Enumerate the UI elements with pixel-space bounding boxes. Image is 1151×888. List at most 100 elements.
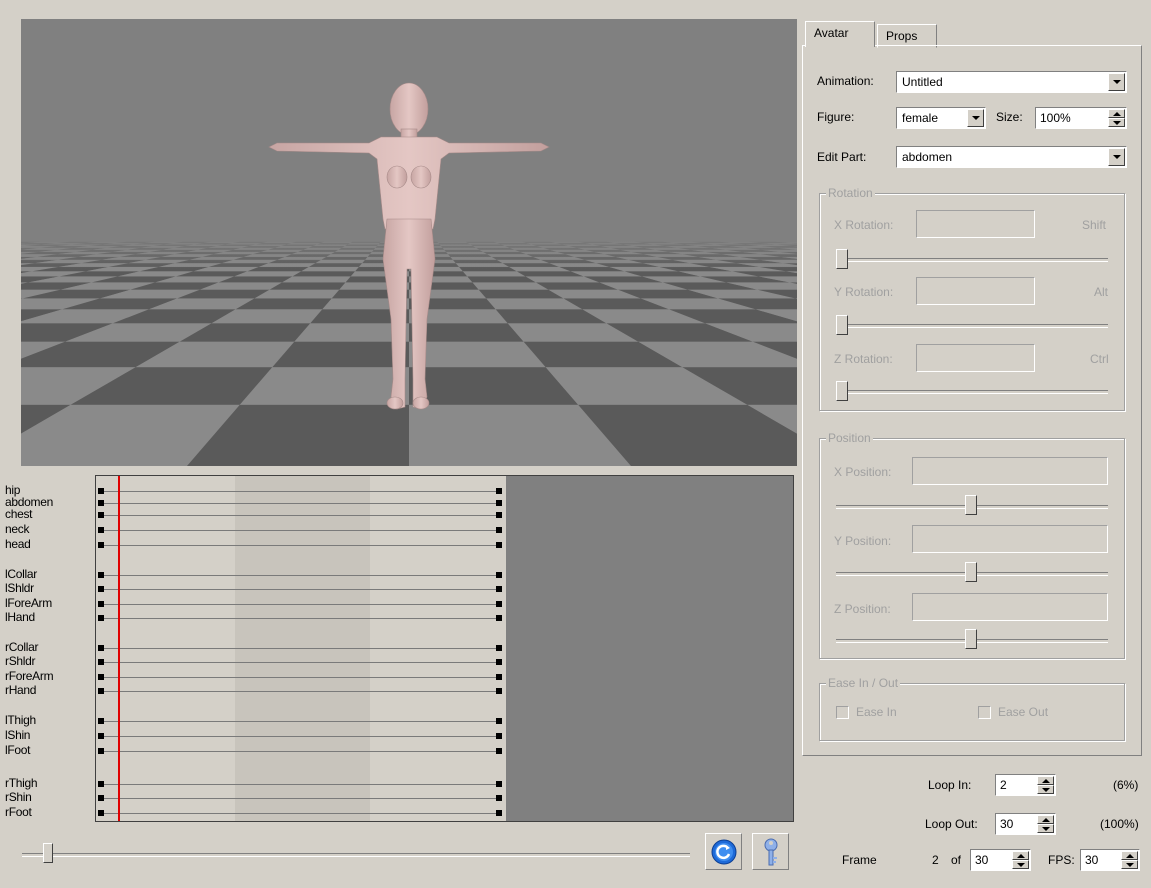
keyframe-end-marker[interactable] [496,748,502,754]
keyframe-start-marker[interactable] [98,527,104,533]
position-group: Position X Position: Y Position: Z Posit… [819,431,1125,659]
keyframe-start-marker[interactable] [98,810,104,816]
frame-total-stepper[interactable]: 30 [970,849,1031,871]
z-rotation-label: Z Rotation: [834,352,893,366]
bone-label: lForeArm [5,596,52,610]
keyframe-end-marker[interactable] [496,488,502,494]
ease-in-label: Ease In [856,705,897,719]
spin-down-icon[interactable] [1037,824,1054,833]
keyframe-start-marker[interactable] [98,688,104,694]
spin-up-icon[interactable] [1108,109,1125,118]
chevron-down-icon[interactable] [1108,73,1125,91]
x-rotation-input[interactable] [916,210,1035,238]
track-line [102,491,502,492]
keyframe-start-marker[interactable] [98,512,104,518]
keyframe-start-marker[interactable] [98,748,104,754]
spin-down-icon[interactable] [1037,785,1054,794]
z-rotation-slider-thumb[interactable] [836,381,848,401]
keyframe-start-marker[interactable] [98,500,104,506]
loop-in-value: 2 [1000,778,1007,792]
frame-current: 2 [932,853,939,867]
frame-scrub-thumb[interactable] [43,843,53,863]
y-position-input[interactable] [912,525,1108,553]
z-position-slider-thumb[interactable] [965,629,977,649]
keyframe-start-marker[interactable] [98,674,104,680]
frame-scrub-track[interactable] [22,853,690,857]
y-rotation-slider-thumb[interactable] [836,315,848,335]
keyframe-end-marker[interactable] [496,645,502,651]
keyframe-end-marker[interactable] [496,572,502,578]
keyframe-start-marker[interactable] [98,542,104,548]
keyframe-end-marker[interactable] [496,586,502,592]
chevron-down-icon[interactable] [967,109,984,127]
spin-down-icon[interactable] [1121,860,1138,869]
reset-button[interactable] [705,833,742,870]
track-area[interactable] [96,476,506,821]
keyframe-start-marker[interactable] [98,781,104,787]
keyframe-end-marker[interactable] [496,688,502,694]
figure-select[interactable]: female [896,107,986,129]
keyframe-end-marker[interactable] [496,795,502,801]
keyframe-end-marker[interactable] [496,527,502,533]
x-position-slider-thumb[interactable] [965,495,977,515]
fps-stepper[interactable]: 30 [1080,849,1140,871]
keyframe-start-marker[interactable] [98,601,104,607]
keyframe-start-marker[interactable] [98,718,104,724]
floor-tile [282,276,351,283]
keyframe-end-marker[interactable] [496,810,502,816]
frame-label: Frame [842,853,877,867]
refresh-icon [711,839,736,864]
keyframe-end-marker[interactable] [496,781,502,787]
keyframe-end-marker[interactable] [496,601,502,607]
playhead-marker[interactable] [118,476,120,821]
ease-in-checkbox[interactable] [836,706,849,719]
keyframe-end-marker[interactable] [496,500,502,506]
keyframe-end-marker[interactable] [496,615,502,621]
z-rotation-slider-track[interactable] [836,390,1108,394]
x-rotation-slider-track[interactable] [836,258,1108,262]
y-position-slider-thumb[interactable] [965,562,977,582]
animation-select[interactable]: Untitled [896,71,1127,93]
keyframe-start-marker[interactable] [98,586,104,592]
z-position-label: Z Position: [834,602,891,616]
3d-viewport[interactable] [21,19,797,466]
keyframe-start-marker[interactable] [98,795,104,801]
loop-in-stepper[interactable]: 2 [995,774,1056,796]
spin-up-icon[interactable] [1037,776,1054,785]
keyframe-start-marker[interactable] [98,572,104,578]
chevron-down-icon[interactable] [1108,148,1125,166]
y-rotation-slider-track[interactable] [836,324,1108,328]
spin-up-icon[interactable] [1037,815,1054,824]
z-position-input[interactable] [912,593,1108,621]
keyframe-end-marker[interactable] [496,512,502,518]
z-rotation-input[interactable] [916,344,1035,372]
edit-part-value: abdomen [902,150,953,164]
tab-avatar[interactable]: Avatar [805,21,875,47]
spin-down-icon[interactable] [1012,860,1029,869]
keyframe-start-marker[interactable] [98,615,104,621]
track-line [102,589,502,590]
y-rotation-input[interactable] [916,277,1035,305]
key-button[interactable] [752,833,789,870]
keyframe-timeline[interactable] [95,475,794,822]
spin-up-icon[interactable] [1121,851,1138,860]
ease-out-checkbox[interactable] [978,706,991,719]
keyframe-end-marker[interactable] [496,718,502,724]
size-stepper[interactable]: 100% [1035,107,1127,129]
keyframe-end-marker[interactable] [496,542,502,548]
spin-up-icon[interactable] [1012,851,1029,860]
keyframe-start-marker[interactable] [98,645,104,651]
edit-part-select[interactable]: abdomen [896,146,1127,168]
keyframe-start-marker[interactable] [98,733,104,739]
x-rotation-slider-thumb[interactable] [836,249,848,269]
spin-down-icon[interactable] [1108,118,1125,127]
keyframe-start-marker[interactable] [98,488,104,494]
keyframe-end-marker[interactable] [496,659,502,665]
keyframe-end-marker[interactable] [496,674,502,680]
keyframe-start-marker[interactable] [98,659,104,665]
loop-out-stepper[interactable]: 30 [995,813,1056,835]
keyframe-end-marker[interactable] [496,733,502,739]
track-line [102,662,502,663]
floor-tile [467,276,536,283]
x-position-input[interactable] [912,457,1108,485]
